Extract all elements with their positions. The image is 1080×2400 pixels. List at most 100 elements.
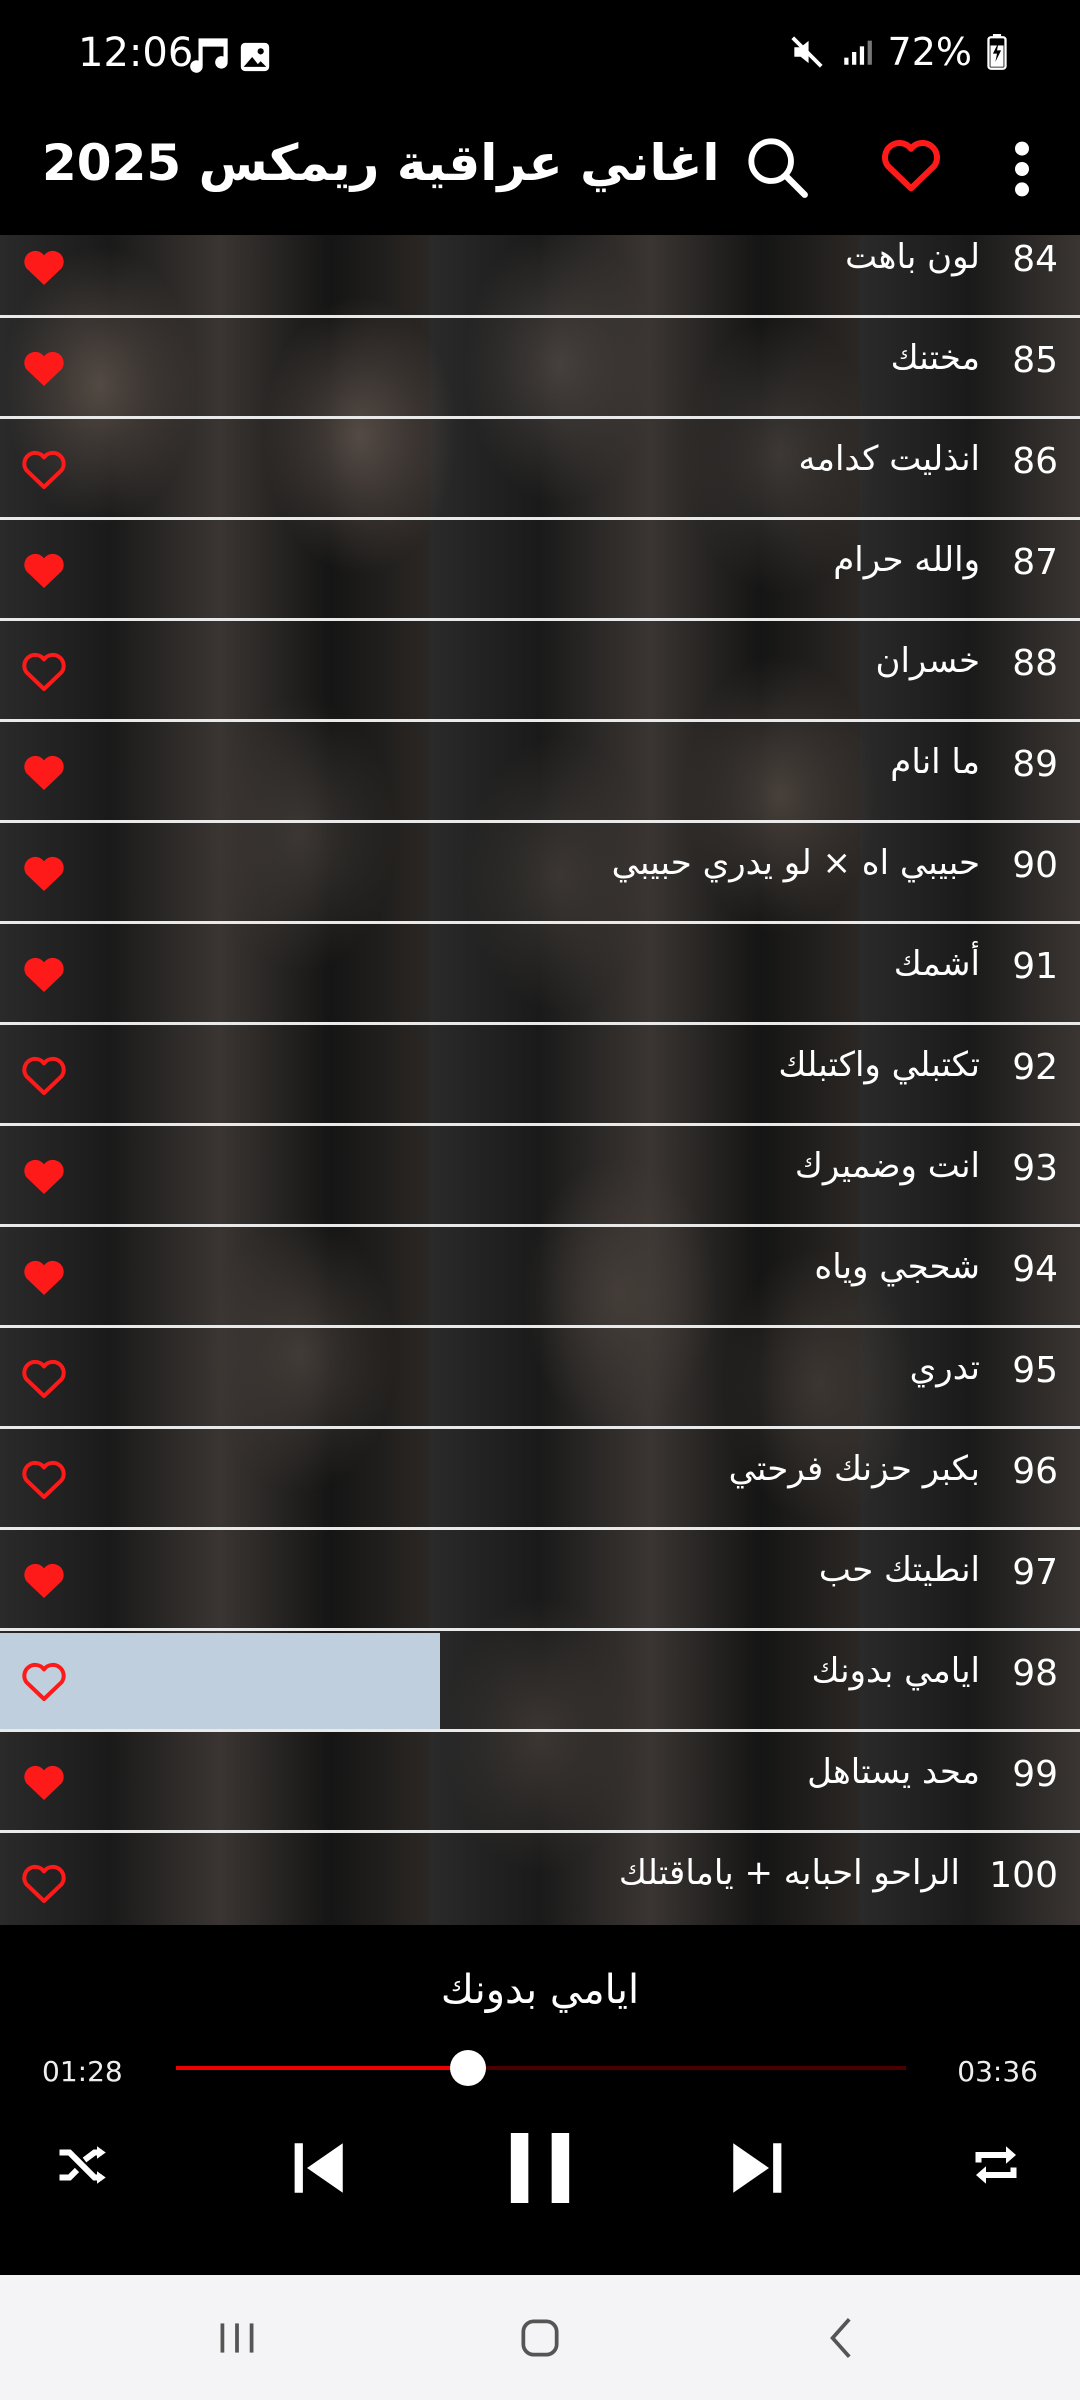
song-title: محد يستاهل <box>807 1752 980 1792</box>
song-title: أشمك <box>893 944 980 984</box>
song-title: انت وضميرك <box>794 1146 980 1186</box>
heart-filled-icon[interactable] <box>18 243 70 291</box>
song-number: 89 <box>1012 744 1058 785</box>
next-button[interactable] <box>725 2135 791 2201</box>
shuffle-button[interactable] <box>52 2135 112 2195</box>
heart-outline-icon[interactable] <box>18 1354 70 1402</box>
song-row[interactable]: لون باهت 84 <box>0 235 1080 318</box>
song-title: ما انام <box>890 742 980 782</box>
more-vert-icon[interactable] <box>1006 134 1038 204</box>
heart-outline-icon[interactable] <box>18 1051 70 1099</box>
song-number: 85 <box>1012 340 1058 381</box>
song-title: شحجي وياه <box>814 1247 980 1287</box>
song-row[interactable]: الراحو احبابه + ياماقتلك 100 <box>0 1835 1080 1925</box>
seek-bar-thumb[interactable] <box>450 2050 486 2086</box>
repeat-icon <box>975 2146 1017 2184</box>
player-panel: ايامي بدونك 01:28 03:36 <box>0 1925 1080 2275</box>
heart-filled-icon[interactable] <box>18 748 70 796</box>
signal-icon <box>843 40 872 65</box>
favorites-heart-icon[interactable] <box>878 132 944 198</box>
song-title: انذليت كدامه <box>798 439 981 479</box>
repeat-button[interactable] <box>966 2135 1026 2195</box>
heart-filled-icon[interactable] <box>18 849 70 897</box>
total-time: 03:36 <box>957 2055 1038 2088</box>
recents-icon[interactable] <box>212 2313 262 2363</box>
song-row[interactable]: بكبر حزنك فرحتي 96 <box>0 1431 1080 1530</box>
previous-icon <box>294 2143 343 2193</box>
song-title: ايامي بدونك <box>811 1651 980 1691</box>
song-row[interactable]: انطيتك حب 97 <box>0 1532 1080 1631</box>
song-number: 93 <box>1012 1148 1058 1189</box>
song-row[interactable]: مختنك 85 <box>0 320 1080 419</box>
gallery-icon <box>240 42 270 72</box>
seek-bar[interactable] <box>176 2050 906 2086</box>
song-title: تكتبلي واكتبلك <box>778 1045 980 1085</box>
heart-outline-icon[interactable] <box>18 1455 70 1503</box>
song-number: 97 <box>1012 1552 1058 1593</box>
song-row[interactable]: ايامي بدونك 98 <box>0 1633 1080 1732</box>
song-title: بكبر حزنك فرحتي <box>728 1449 980 1489</box>
heart-outline-icon[interactable] <box>18 1859 70 1907</box>
system-nav-bar <box>0 2275 1080 2400</box>
song-title: الراحو احبابه + ياماقتلك <box>618 1853 960 1893</box>
now-playing-title: ايامي بدونك <box>440 1967 640 2013</box>
seek-bar-progress <box>176 2066 468 2070</box>
song-row[interactable]: محد يستاهل 99 <box>0 1734 1080 1833</box>
song-title: انطيتك حب <box>818 1550 980 1590</box>
back-icon[interactable] <box>818 2313 868 2363</box>
song-number: 98 <box>1012 1653 1058 1694</box>
song-number: 87 <box>1012 542 1058 583</box>
search-icon[interactable] <box>742 132 812 202</box>
battery-charging-icon <box>987 34 1007 70</box>
song-title: حبيبي اه × لو يدري حبيبي <box>611 843 980 883</box>
song-row[interactable]: انت وضميرك 93 <box>0 1128 1080 1227</box>
status-right-group: 72% <box>788 30 1008 74</box>
home-icon[interactable] <box>515 2313 565 2363</box>
pause-icon <box>510 2133 570 2203</box>
battery-percent: 72% <box>887 30 972 74</box>
song-number: 91 <box>1012 946 1058 987</box>
song-number: 99 <box>1012 1754 1058 1795</box>
heart-outline-icon[interactable] <box>18 1657 70 1705</box>
song-row[interactable]: ما انام 89 <box>0 724 1080 823</box>
song-row[interactable]: حبيبي اه × لو يدري حبيبي 90 <box>0 825 1080 924</box>
heart-filled-icon[interactable] <box>18 1152 70 1200</box>
heart-filled-icon[interactable] <box>18 546 70 594</box>
song-row[interactable]: خسران 88 <box>0 623 1080 722</box>
status-bar: 12:06 72% <box>0 0 1080 120</box>
song-row[interactable]: انذليت كدامه 86 <box>0 421 1080 520</box>
song-row[interactable]: تكتبلي واكتبلك 92 <box>0 1027 1080 1126</box>
heart-filled-icon[interactable] <box>18 344 70 392</box>
song-row[interactable]: شحجي وياه 94 <box>0 1229 1080 1328</box>
song-list[interactable]: لون باهت 84 مختنك 85 انذليت كدامه 86 والله حرا… <box>0 235 1080 1925</box>
current-time: 01:28 <box>42 2055 123 2088</box>
song-row[interactable]: والله حرام 87 <box>0 522 1080 621</box>
song-number: 90 <box>1012 845 1058 886</box>
song-number: 84 <box>1012 239 1058 280</box>
heart-filled-icon[interactable] <box>18 950 70 998</box>
song-title: لون باهت <box>845 237 980 277</box>
song-number: 100 <box>989 1855 1058 1896</box>
song-number: 96 <box>1012 1451 1058 1492</box>
song-number: 88 <box>1012 643 1058 684</box>
heart-filled-icon[interactable] <box>18 1556 70 1604</box>
next-icon <box>733 2143 782 2193</box>
music-note-icon <box>190 38 228 73</box>
heart-outline-icon[interactable] <box>18 647 70 695</box>
song-title: تدري <box>909 1348 980 1388</box>
song-number: 95 <box>1012 1350 1058 1391</box>
app-bar: اغاني عراقية ريمكس 2025 <box>0 120 1080 235</box>
status-time: 12:06 <box>78 30 194 76</box>
song-title: والله حرام <box>833 540 980 580</box>
heart-filled-icon[interactable] <box>18 1758 70 1806</box>
pause-button[interactable] <box>505 2130 575 2206</box>
previous-button[interactable] <box>285 2135 351 2201</box>
heart-filled-icon[interactable] <box>18 1253 70 1301</box>
page-title: اغاني عراقية ريمكس 2025 <box>42 134 720 192</box>
heart-outline-icon[interactable] <box>18 445 70 493</box>
song-title: خسران <box>875 641 980 681</box>
song-row[interactable]: تدري 95 <box>0 1330 1080 1429</box>
song-row[interactable]: أشمك 91 <box>0 926 1080 1025</box>
shuffle-icon <box>59 2146 106 2184</box>
song-number: 86 <box>1012 441 1058 482</box>
